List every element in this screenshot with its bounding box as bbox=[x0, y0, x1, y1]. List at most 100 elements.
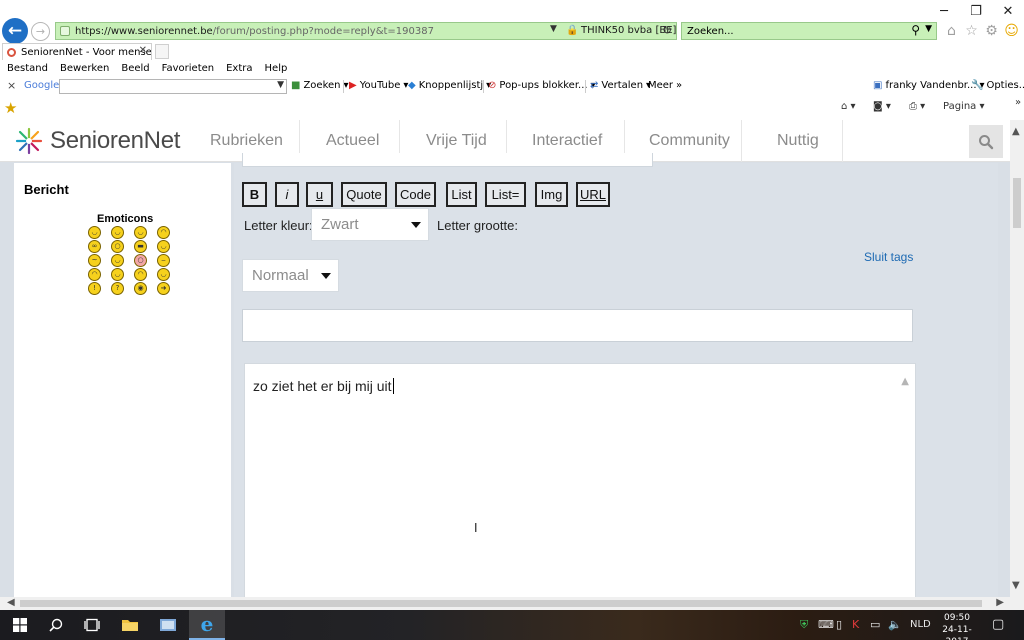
emoticon-blush-icon[interactable]: ○ bbox=[134, 254, 147, 267]
refresh-icon[interactable]: ↻ bbox=[662, 23, 672, 37]
emoticon-exclamation-icon[interactable]: ! bbox=[88, 282, 101, 295]
file-explorer-button[interactable] bbox=[114, 610, 146, 640]
subject-field[interactable] bbox=[242, 153, 653, 167]
helpline-field[interactable] bbox=[242, 309, 913, 342]
tab-seniorennet[interactable]: SeniorenNet - Voor mensen... ✕ bbox=[2, 43, 152, 60]
emoticon-grin-icon[interactable]: ◡ bbox=[88, 226, 101, 239]
emoticon-question-icon[interactable]: ? bbox=[111, 282, 124, 295]
horizontal-scrollbar[interactable]: ◀ ▶ bbox=[0, 597, 1010, 610]
menu-help[interactable]: Help bbox=[265, 61, 288, 77]
home-icon[interactable]: ⌂ ▾ bbox=[841, 101, 856, 112]
menu-beeld[interactable]: Beeld bbox=[121, 61, 149, 77]
pagina-menu[interactable]: Pagina ▾ bbox=[943, 101, 985, 112]
menu-extra[interactable]: Extra bbox=[226, 61, 252, 77]
address-bar[interactable]: https://www.seniorennet.be/forum/posting… bbox=[55, 22, 677, 40]
emoticon-laugh-icon[interactable]: ◡ bbox=[134, 226, 147, 239]
italic-button[interactable]: i bbox=[275, 182, 299, 207]
back-button[interactable]: ← bbox=[2, 18, 28, 44]
address-url[interactable]: https://www.seniorennet.be/forum/posting… bbox=[75, 26, 434, 37]
battery-icon[interactable]: ▭ bbox=[870, 618, 880, 631]
close-toolbar-icon[interactable]: × bbox=[7, 79, 16, 92]
chevron-down-icon[interactable]: ▼ bbox=[277, 80, 284, 90]
restore-button[interactable]: ❐ bbox=[960, 0, 992, 22]
task-view-button[interactable] bbox=[76, 610, 108, 640]
gear-icon[interactable]: ⚙ bbox=[983, 22, 1000, 40]
scroll-up-icon[interactable]: ▲ bbox=[1012, 126, 1020, 137]
list-ordered-button[interactable]: List= bbox=[485, 182, 526, 207]
emoticon-surprised-icon[interactable]: ○ bbox=[111, 240, 124, 253]
scroll-left-icon[interactable]: ◀ bbox=[7, 597, 15, 608]
opties-button[interactable]: 🔧Opties... bbox=[971, 80, 1024, 91]
emoticon-idea-icon[interactable]: ◉ bbox=[134, 282, 147, 295]
youtube-button[interactable]: ▶ YouTube ▾ bbox=[349, 80, 408, 91]
site-search-button[interactable] bbox=[969, 125, 1003, 158]
print-icon[interactable]: ⎙ ▾ bbox=[909, 101, 925, 112]
rss-feed-icon[interactable]: ◙ ▾ bbox=[873, 101, 891, 112]
emoticon-glasses-icon[interactable]: ∞ bbox=[88, 240, 101, 253]
letter-kleur-select[interactable]: Zwart bbox=[311, 208, 429, 241]
list-button[interactable]: List bbox=[446, 182, 477, 207]
taskbar-search-button[interactable] bbox=[40, 610, 72, 640]
vertalen-button[interactable]: ⇄ Vertalen ▾ bbox=[590, 80, 651, 91]
bold-button[interactable]: B bbox=[242, 182, 267, 207]
message-textarea[interactable]: zo ziet het er bij mij uit ▲ I bbox=[244, 363, 916, 597]
emoticon-cool-icon[interactable]: ▬ bbox=[134, 240, 147, 253]
volume-icon[interactable]: 🔈 bbox=[888, 618, 902, 631]
minimize-button[interactable]: ─ bbox=[928, 0, 960, 22]
sluit-tags-link[interactable]: Sluit tags bbox=[864, 250, 913, 264]
horizontal-scroll-thumb[interactable] bbox=[20, 600, 982, 607]
emoticon-neutral-icon[interactable]: ‒ bbox=[157, 254, 170, 267]
notification-center-icon[interactable]: ▢ bbox=[992, 617, 1004, 632]
search-icon[interactable]: ⚲ bbox=[911, 23, 920, 37]
security-shield-icon[interactable]: ⛨ bbox=[800, 618, 808, 632]
letter-grootte-select[interactable]: Normaal bbox=[242, 259, 339, 292]
taskbar-clock[interactable]: 09:50 24-11-2017 bbox=[932, 612, 982, 640]
add-favorite-star-icon[interactable]: ★ bbox=[4, 99, 17, 117]
start-button[interactable] bbox=[4, 610, 36, 640]
underline-button[interactable]: u bbox=[306, 182, 333, 207]
google-search-input[interactable]: ▼ bbox=[59, 79, 287, 94]
menu-favorieten[interactable]: Favorieten bbox=[162, 61, 214, 77]
internet-explorer-taskbar-button[interactable]: e bbox=[189, 610, 225, 640]
keyboard-icon[interactable]: ⌨ bbox=[818, 618, 834, 631]
vertical-scroll-thumb[interactable] bbox=[1013, 178, 1021, 228]
search-dropdown-icon[interactable]: ▼ bbox=[925, 24, 932, 34]
close-button[interactable]: ✕ bbox=[992, 0, 1024, 22]
knoppenlijst-button[interactable]: ◆ Knoppenlijstj ▾ bbox=[408, 80, 491, 91]
address-dropdown-icon[interactable]: ▼ bbox=[550, 24, 557, 34]
emoticon-mad-icon[interactable]: ◠ bbox=[88, 268, 101, 281]
antivirus-icon[interactable]: K bbox=[852, 618, 859, 631]
quote-button[interactable]: Quote bbox=[341, 182, 387, 207]
site-logo[interactable]: SeniorenNet bbox=[14, 126, 180, 156]
forward-button[interactable]: → bbox=[31, 22, 50, 41]
favorites-star-icon[interactable]: ☆ bbox=[963, 22, 980, 40]
chevron-right-icon[interactable]: » bbox=[1015, 97, 1021, 108]
meer-button[interactable]: Meer» bbox=[648, 80, 682, 91]
search-input[interactable]: Zoeken... ⚲ ▼ bbox=[681, 22, 937, 40]
popup-blocker-button[interactable]: ⊘ Pop-ups blokker... ▾ bbox=[488, 80, 596, 91]
menu-bewerken[interactable]: Bewerken bbox=[60, 61, 109, 77]
nav-nuttig[interactable]: Nuttig bbox=[742, 120, 843, 162]
scroll-right-icon[interactable]: ▶ bbox=[996, 597, 1004, 608]
emoticon-smile-icon[interactable]: ◡ bbox=[111, 226, 124, 239]
google-search-button[interactable]: ■ Zoeken ▾ bbox=[291, 80, 349, 91]
emoticon-wink-icon[interactable]: ◡ bbox=[157, 268, 170, 281]
feedback-smiley-icon[interactable]: ☺ bbox=[1003, 22, 1020, 40]
emoticon-evil-icon[interactable]: ◡ bbox=[111, 268, 124, 281]
language-indicator[interactable]: NLD bbox=[910, 619, 931, 630]
lock-icon[interactable]: 🔒 bbox=[566, 25, 578, 36]
emoticon-tongue-icon[interactable]: ◡ bbox=[157, 240, 170, 253]
emoticon-sad-icon[interactable]: ◠ bbox=[157, 226, 170, 239]
scroll-down-icon[interactable]: ▼ bbox=[1012, 580, 1020, 591]
photo-app-button[interactable] bbox=[152, 610, 184, 640]
emoticon-confused-icon[interactable]: ~ bbox=[88, 254, 101, 267]
url-button[interactable]: URL bbox=[576, 182, 610, 207]
textarea-scroll-up-icon[interactable]: ▲ bbox=[901, 376, 909, 387]
code-button[interactable]: Code bbox=[395, 182, 436, 207]
user-account-button[interactable]: ▣ franky Vandenbr... ▾ bbox=[873, 80, 985, 91]
emoticon-arrow-icon[interactable]: ➜ bbox=[157, 282, 170, 295]
menu-bestand[interactable]: Bestand bbox=[7, 61, 48, 77]
new-tab-button[interactable] bbox=[155, 44, 169, 59]
emoticon-razz-icon[interactable]: ◡ bbox=[111, 254, 124, 267]
close-tab-icon[interactable]: ✕ bbox=[139, 45, 147, 56]
